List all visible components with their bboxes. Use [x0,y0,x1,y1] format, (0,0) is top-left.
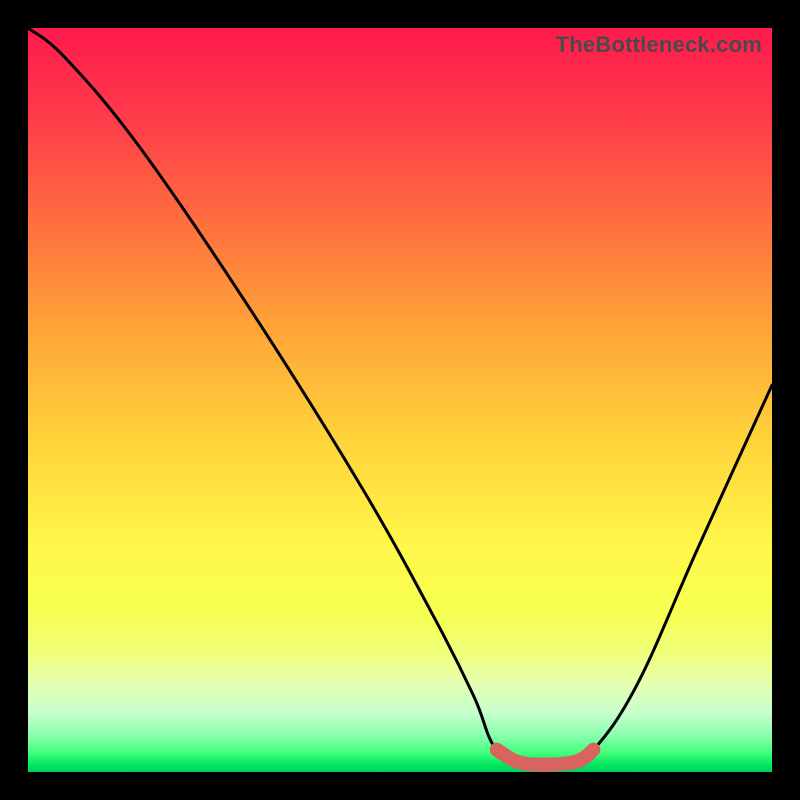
optimal-range-highlight [497,750,594,765]
chart-frame: TheBottleneck.com [0,0,800,800]
bottleneck-curve [28,28,772,767]
plot-area: TheBottleneck.com [28,28,772,772]
chart-svg [28,28,772,772]
watermark-text: TheBottleneck.com [556,32,762,58]
